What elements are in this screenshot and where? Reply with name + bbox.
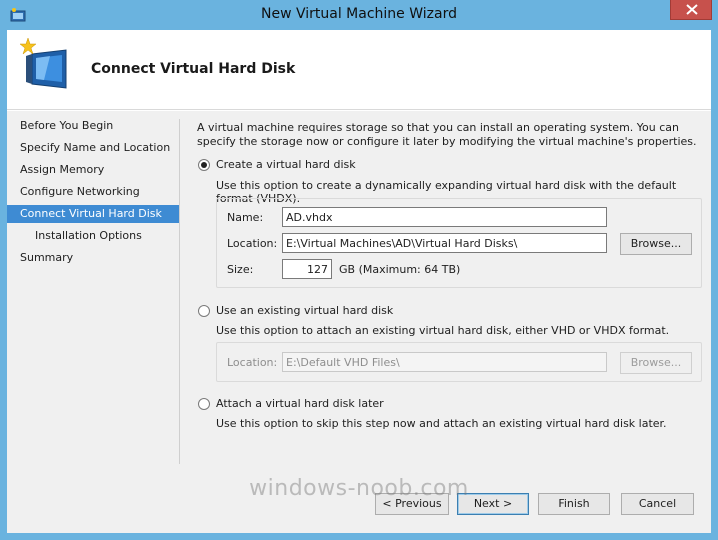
close-icon <box>686 4 698 15</box>
window-title: New Virtual Machine Wizard <box>261 6 457 22</box>
existing-location-input[interactable] <box>282 352 607 372</box>
nav-item-configure-networking[interactable]: Configure Networking <box>7 183 179 201</box>
nav-item-connect-virtual-hard-disk[interactable]: Connect Virtual Hard Disk <box>7 205 179 223</box>
create-vhd-radio[interactable] <box>198 159 210 171</box>
title-bar[interactable]: New Virtual Machine Wizard <box>0 0 718 30</box>
nav-item-installation-options[interactable]: Installation Options <box>7 227 179 245</box>
wizard-body: Before You Begin Specify Name and Locati… <box>7 111 711 465</box>
size-label: Size: <box>227 263 254 276</box>
page-title: Connect Virtual Hard Disk <box>91 61 296 77</box>
create-vhd-group: Name: Location: Browse... Size: GB (Maxi… <box>216 198 702 288</box>
existing-vhd-description: Use this option to attach an existing vi… <box>216 324 670 337</box>
existing-vhd-label[interactable]: Use an existing virtual hard disk <box>216 304 393 317</box>
attach-later-radio[interactable] <box>198 398 210 410</box>
wizard-window: New Virtual Machine Wizard Connect Virtu… <box>0 0 718 540</box>
vhd-size-input[interactable] <box>282 259 332 279</box>
vhd-name-input[interactable] <box>282 207 607 227</box>
nav-divider <box>179 119 180 464</box>
create-vhd-label[interactable]: Create a virtual hard disk <box>216 158 356 171</box>
wizard-header: Connect Virtual Hard Disk <box>7 30 711 110</box>
nav-item-specify-name-location[interactable]: Specify Name and Location <box>7 139 179 157</box>
new-vm-wizard-icon <box>16 36 74 96</box>
close-button[interactable] <box>670 0 712 20</box>
watermark-text: windows-noob.com <box>249 476 469 501</box>
location-label: Location: <box>227 237 278 250</box>
nav-item-assign-memory[interactable]: Assign Memory <box>7 161 179 179</box>
browse-location-button[interactable]: Browse... <box>620 233 692 255</box>
intro-text: A virtual machine requires storage so th… <box>197 121 697 148</box>
attach-later-label[interactable]: Attach a virtual hard disk later <box>216 397 384 410</box>
existing-browse-button[interactable]: Browse... <box>620 352 692 374</box>
existing-vhd-radio[interactable] <box>198 305 210 317</box>
existing-vhd-group: Location: Browse... <box>216 342 702 382</box>
wizard-client-area: Connect Virtual Hard Disk Before You Beg… <box>7 30 711 533</box>
name-label: Name: <box>227 211 264 224</box>
nav-item-before-you-begin[interactable]: Before You Begin <box>7 117 179 135</box>
nav-item-summary[interactable]: Summary <box>7 249 179 267</box>
vhd-location-input[interactable] <box>282 233 607 253</box>
size-unit-text: GB (Maximum: 64 TB) <box>339 263 461 276</box>
existing-location-label: Location: <box>227 356 278 369</box>
attach-later-description: Use this option to skip this step now an… <box>216 417 667 430</box>
